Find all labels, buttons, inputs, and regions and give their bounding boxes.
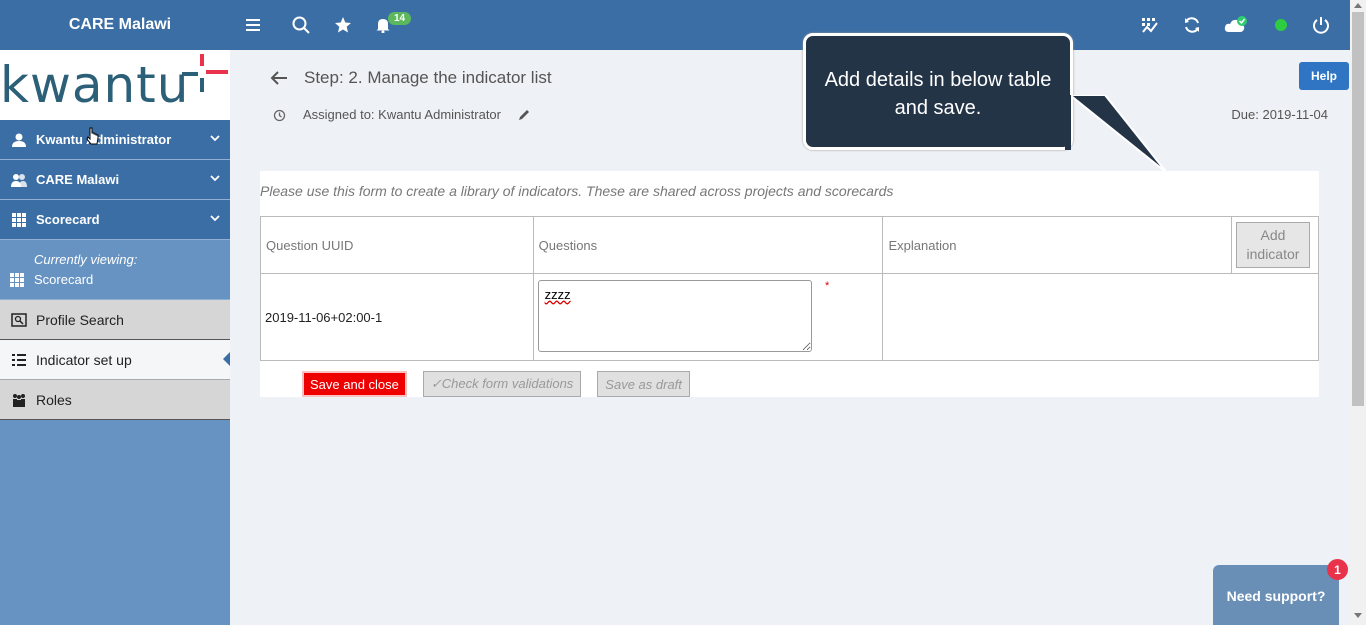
question-textarea[interactable]: zzzz — [537, 279, 812, 352]
vertical-scrollbar[interactable] — [1350, 0, 1366, 625]
grid-icon — [10, 211, 28, 229]
sidebar-item-profile-search[interactable]: Profile Search — [0, 300, 230, 340]
currently-viewing-caption: Currently viewing: — [34, 252, 138, 267]
sidebar-item-label: CARE Malawi — [36, 172, 120, 187]
notification-badge: 14 — [388, 12, 412, 25]
step-title: Step: 2. Manage the indicator list — [304, 68, 552, 87]
star-icon[interactable] — [331, 13, 355, 37]
search-icon[interactable] — [289, 13, 313, 37]
sidebar-item-label: Kwantu Administrator — [36, 132, 172, 147]
sync-icon[interactable] — [1180, 13, 1204, 37]
scroll-down-icon[interactable] — [1354, 613, 1362, 618]
sidebar-item-label: Profile Search — [36, 311, 124, 328]
tooltip-pointer — [1065, 95, 1168, 174]
people-icon — [10, 391, 28, 409]
scroll-thumb[interactable] — [1352, 12, 1364, 406]
analytics-icon[interactable] — [1138, 13, 1162, 37]
chevron-down-icon[interactable] — [210, 133, 220, 143]
main-content: Step: 2. Manage the indicator list Assig… — [230, 50, 1350, 625]
need-support-button[interactable]: Need support? — [1213, 565, 1339, 625]
edit-pencil-icon[interactable] — [518, 108, 531, 121]
users-icon — [10, 171, 28, 189]
sidebar-item-organization[interactable]: CARE Malawi — [0, 160, 230, 200]
active-indicator — [223, 352, 230, 366]
history-icon — [273, 109, 286, 122]
column-header: Explanation — [882, 216, 1232, 274]
save-and-close-button[interactable]: Save and close — [302, 371, 407, 397]
cloud-check-icon[interactable] — [1224, 13, 1248, 37]
top-bar: CARE Malawi 14 — [0, 0, 1350, 50]
save-as-draft-button[interactable]: Save as draft — [597, 371, 690, 397]
back-arrow-icon[interactable] — [270, 70, 288, 86]
explanation-cell — [882, 273, 1319, 361]
sidebar: kwantu Kwantu Administrator CARE Malawi … — [0, 50, 230, 625]
menu-icon[interactable] — [241, 13, 265, 37]
help-button[interactable]: Help — [1299, 62, 1349, 90]
sidebar-item-label: Scorecard — [36, 212, 100, 227]
sidebar-item-label: Roles — [36, 391, 72, 408]
power-icon[interactable] — [1309, 13, 1333, 37]
indicator-form: Please use this form to create a library… — [260, 171, 1320, 397]
sidebar-item-roles[interactable]: Roles — [0, 380, 230, 420]
brand-title: CARE Malawi — [68, 16, 172, 33]
chevron-down-icon[interactable] — [210, 173, 220, 183]
table-row: 2019-11-06+02:00-1 zzzz — [260, 273, 1319, 361]
sidebar-item-user[interactable]: Kwantu Administrator — [0, 120, 230, 160]
grid-icon — [10, 273, 24, 290]
table-header-row: Question UUID Questions Explanation Add … — [260, 216, 1320, 274]
list-icon — [10, 351, 28, 369]
sidebar-item-indicator-setup[interactable]: Indicator set up — [0, 340, 230, 380]
logo-mark-icon — [182, 54, 228, 92]
tour-tooltip: Add details in below table and save. — [803, 33, 1073, 150]
column-header: Question UUID — [260, 216, 534, 274]
question-uuid-cell: 2019-11-06+02:00-1 — [260, 273, 534, 361]
currently-viewing: Currently viewing: Scorecard — [0, 240, 230, 300]
form-instructions: Please use this form to create a library… — [260, 183, 894, 199]
mouse-cursor-icon — [86, 127, 99, 145]
form-actions: Save and close ✓Check form validations S… — [302, 371, 690, 397]
required-marker: * — [825, 280, 830, 292]
user-icon — [10, 131, 28, 149]
check-validations-button[interactable]: ✓Check form validations — [422, 371, 582, 397]
chevron-down-icon[interactable] — [210, 213, 220, 223]
support-badge: 1 — [1327, 559, 1348, 580]
scroll-up-icon[interactable] — [1354, 3, 1362, 8]
profile-search-icon — [10, 311, 28, 329]
add-column-header: Add indicator — [1230, 216, 1320, 274]
indicator-table: Question UUID Questions Explanation Add … — [260, 216, 1320, 361]
due-date: Due: 2019-11-04 — [1231, 107, 1328, 122]
logo-text: kwantu — [0, 56, 190, 114]
online-status-dot — [1275, 19, 1287, 31]
sidebar-item-label: Indicator set up — [36, 351, 132, 368]
question-cell: zzzz — [532, 273, 884, 361]
kwantu-logo: kwantu — [0, 50, 230, 120]
sidebar-item-scorecard[interactable]: Scorecard — [0, 200, 230, 240]
assigned-to: Assigned to: Kwantu Administrator — [303, 107, 501, 122]
currently-viewing-value: Scorecard — [34, 272, 94, 287]
add-indicator-button[interactable]: Add indicator — [1235, 222, 1310, 268]
column-header: Questions — [532, 216, 884, 274]
